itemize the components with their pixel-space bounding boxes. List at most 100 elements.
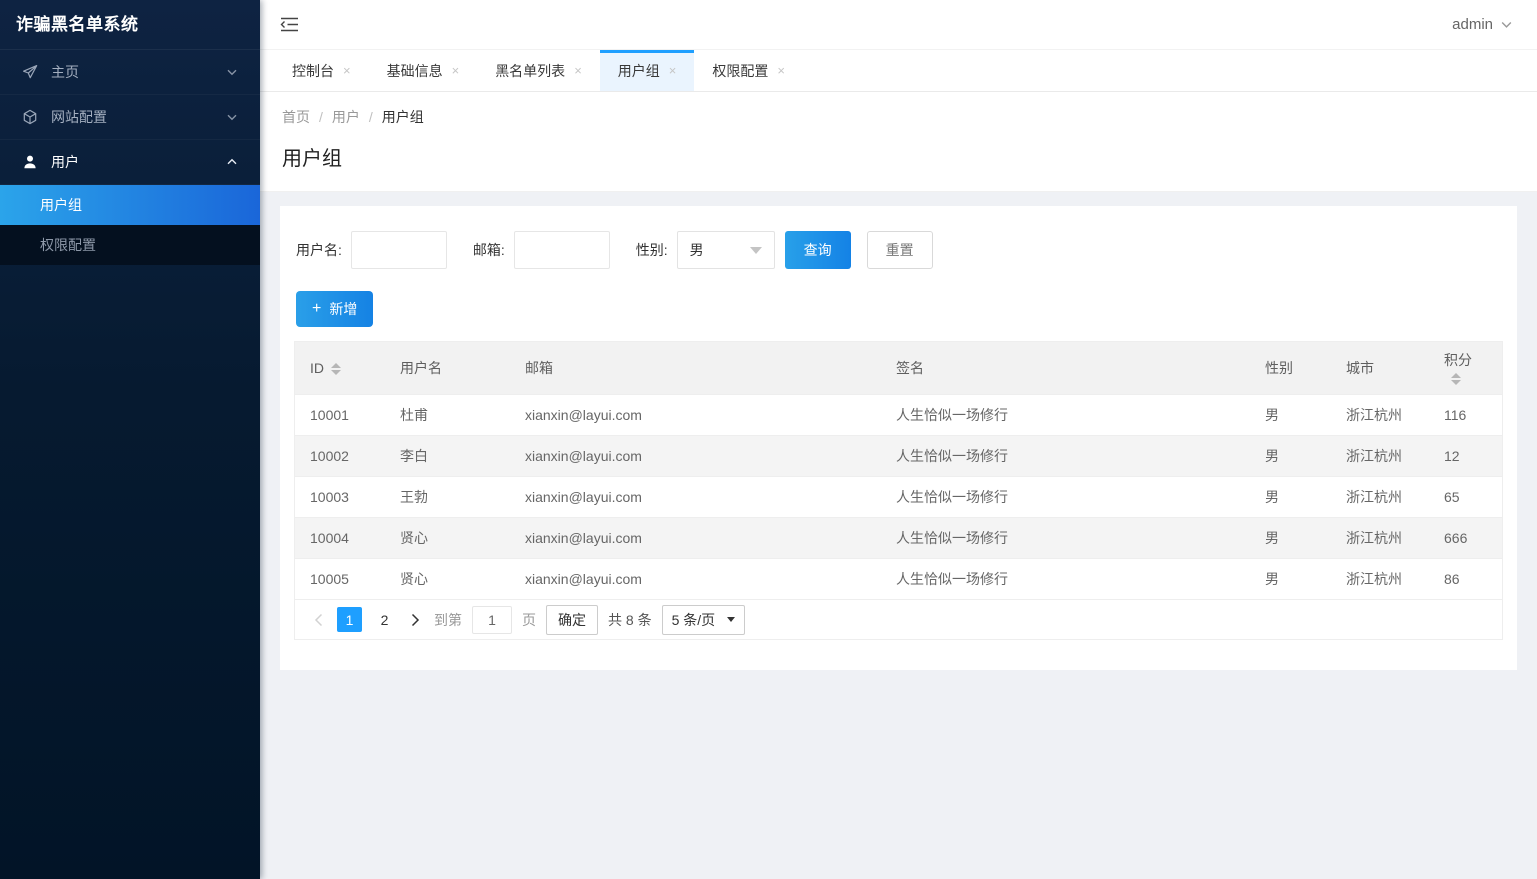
confirm-page-button[interactable]: 确定 <box>546 604 598 635</box>
pagination: 1 2 到第 页 确定 共 8 条 5 条/页 <box>295 599 1502 639</box>
sidebar-menu: 主页 网站配置 用户 用户组 权限配置 <box>0 50 260 265</box>
cube-icon <box>22 109 38 125</box>
per-page-select[interactable]: 5 条/页 <box>661 604 746 635</box>
cell-username: 贤心 <box>385 558 510 599</box>
email-input[interactable] <box>513 231 610 269</box>
page-title: 用户组 <box>282 148 342 170</box>
cell-sex: 男 <box>1250 558 1331 599</box>
cell-email: xianxin@layui.com <box>510 394 881 436</box>
column-header-score[interactable]: 积分 <box>1429 342 1502 395</box>
cell-id: 10004 <box>295 517 385 559</box>
app-root: 诈骗黑名单系统 主页 网站配置 用户 用户组 权限配置 admin 控制台 × … <box>0 0 1537 879</box>
column-header-id[interactable]: ID <box>295 342 385 395</box>
send-icon <box>22 64 38 80</box>
sidebar-item-home[interactable]: 主页 <box>0 50 260 95</box>
breadcrumb-item-current: 用户组 <box>381 109 424 125</box>
breadcrumb-separator: / <box>368 109 373 125</box>
sidebar-item-permission-config[interactable]: 权限配置 <box>0 225 260 265</box>
column-header-username: 用户名 <box>385 342 510 395</box>
cell-sign: 人生恰似一场修行 <box>881 517 1250 559</box>
prev-page-icon[interactable] <box>310 613 327 627</box>
sidebar-item-label: 主页 <box>51 64 79 80</box>
cell-id: 10002 <box>295 435 385 477</box>
tab-permission-config[interactable]: 权限配置 × <box>694 50 803 91</box>
gender-select[interactable]: 男 <box>676 231 775 269</box>
close-icon[interactable]: × <box>669 64 677 77</box>
search-button[interactable]: 查询 <box>784 231 851 269</box>
sidebar-item-label: 网站配置 <box>51 109 107 125</box>
tab-user-group[interactable]: 用户组 × <box>599 50 695 91</box>
close-icon[interactable]: × <box>343 64 351 77</box>
cell-email: xianxin@layui.com <box>510 558 881 599</box>
cell-score: 12 <box>1429 435 1502 477</box>
close-icon[interactable]: × <box>574 64 582 77</box>
cell-email: xianxin@layui.com <box>510 435 881 477</box>
table-row: 10001 杜甫 xianxin@layui.com 人生恰似一场修行 男 浙江… <box>295 394 1502 436</box>
breadcrumb-item-user[interactable]: 用户 <box>332 107 360 127</box>
tab-label: 黑名单列表 <box>495 62 566 79</box>
email-label: 邮箱: <box>472 242 505 258</box>
add-button-label: 新增 <box>329 301 358 317</box>
cell-city: 浙江杭州 <box>1331 394 1429 436</box>
cell-sex: 男 <box>1250 435 1331 477</box>
goto-page-label: 到第 <box>434 611 462 628</box>
cell-city: 浙江杭州 <box>1331 435 1429 477</box>
search-form: 用户名: 邮箱: 性别: 男 查询 重置 <box>296 231 1503 269</box>
tab-console[interactable]: 控制台 × <box>274 50 369 91</box>
chevron-down-icon <box>749 246 762 254</box>
tab-label: 基础信息 <box>386 62 443 79</box>
column-header-sex: 性别 <box>1250 342 1331 395</box>
cell-score: 86 <box>1429 558 1502 599</box>
chevron-down-icon <box>226 111 238 123</box>
reset-button[interactable]: 重置 <box>866 231 933 269</box>
username-label: 用户名: <box>296 242 342 258</box>
sidebar: 诈骗黑名单系统 主页 网站配置 用户 用户组 权限配置 <box>0 0 260 879</box>
breadcrumb: 首页 / 用户 / 用户组 <box>282 107 1515 127</box>
username-input[interactable] <box>350 231 447 269</box>
tab-label: 控制台 <box>292 62 334 79</box>
close-icon[interactable]: × <box>777 64 785 77</box>
cell-username: 贤心 <box>385 517 510 559</box>
tab-blacklist[interactable]: 黑名单列表 × <box>477 50 600 91</box>
user-menu[interactable]: admin <box>1452 16 1513 33</box>
page-unit-label: 页 <box>522 611 536 628</box>
sort-icon[interactable] <box>1451 373 1461 386</box>
app-title: 诈骗黑名单系统 <box>0 0 260 50</box>
cell-sex: 男 <box>1250 517 1331 559</box>
sidebar-submenu-user: 用户组 权限配置 <box>0 185 260 265</box>
goto-page-input[interactable] <box>472 605 512 634</box>
gender-label: 性别: <box>635 242 668 258</box>
page-number-1[interactable]: 1 <box>337 607 362 632</box>
sidebar-item-user-group[interactable]: 用户组 <box>0 185 260 225</box>
chevron-down-icon <box>727 617 736 622</box>
table-row: 10005 贤心 xianxin@layui.com 人生恰似一场修行 男 浙江… <box>295 558 1502 599</box>
tab-label: 用户组 <box>617 62 660 79</box>
page-number-2[interactable]: 2 <box>372 607 397 632</box>
cell-sign: 人生恰似一场修行 <box>881 435 1250 477</box>
column-header-email: 邮箱 <box>510 342 881 395</box>
sidebar-item-label: 用户 <box>51 154 79 170</box>
next-page-icon[interactable] <box>407 613 424 627</box>
close-icon[interactable]: × <box>452 64 460 77</box>
collapse-sidebar-icon[interactable] <box>280 17 299 32</box>
sort-icon[interactable] <box>331 363 341 376</box>
tabs-bar: 控制台 × 基础信息 × 黑名单列表 × 用户组 × 权限配置 × <box>260 50 1537 92</box>
sidebar-item-site-config[interactable]: 网站配置 <box>0 95 260 140</box>
tab-label: 权限配置 <box>712 62 769 79</box>
chevron-down-icon <box>226 66 238 78</box>
breadcrumb-separator: / <box>319 109 323 125</box>
cell-username: 杜甫 <box>385 394 510 436</box>
cell-score: 116 <box>1429 394 1502 436</box>
cell-username: 李白 <box>385 435 510 477</box>
tab-basic-info[interactable]: 基础信息 × <box>369 50 478 91</box>
cell-email: xianxin@layui.com <box>510 476 881 518</box>
sidebar-item-label: 权限配置 <box>40 237 96 253</box>
breadcrumb-item-home[interactable]: 首页 <box>282 107 310 127</box>
user-group-card: 用户名: 邮箱: 性别: 男 查询 重置 + 新增 ID 用户名 邮箱 签名 性… <box>280 206 1517 670</box>
table-row: 10004 贤心 xianxin@layui.com 人生恰似一场修行 男 浙江… <box>295 517 1502 559</box>
sidebar-item-user[interactable]: 用户 <box>0 140 260 185</box>
add-button[interactable]: + 新增 <box>296 291 374 327</box>
cell-score: 65 <box>1429 476 1502 518</box>
per-page-value: 5 条/页 <box>671 611 716 628</box>
table-header: ID 用户名 邮箱 签名 性别 城市 积分 <box>295 342 1502 395</box>
